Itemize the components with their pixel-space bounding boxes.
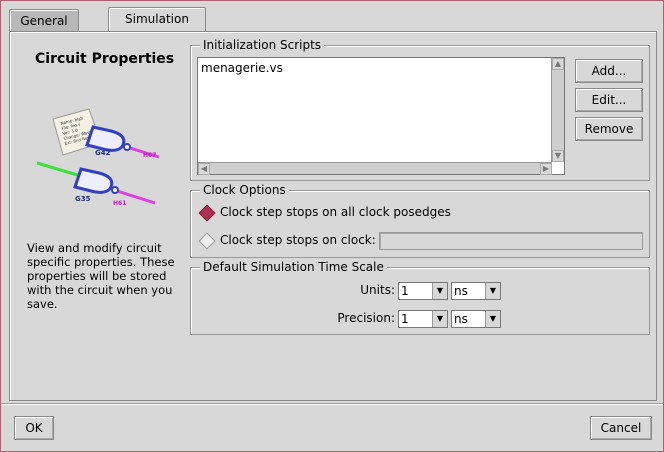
precision-unit: ns	[454, 312, 468, 326]
cancel-button[interactable]: Cancel	[590, 416, 652, 440]
wire-label: H61	[113, 200, 126, 207]
units-unit: ns	[454, 284, 468, 298]
circuit-illustration-icon: Name: blah File: foo.v Ver: 3.0 Change: …	[36, 108, 160, 207]
precision-label: Precision:	[337, 311, 395, 325]
init-scripts-legend: Initialization Scripts	[200, 38, 325, 52]
horizontal-scrollbar[interactable]: ◀ ▶	[198, 162, 552, 175]
precision-value-select[interactable]: 1 ▼	[398, 310, 448, 328]
radio-all-posedges-label[interactable]: Clock step stops on all clock posedges	[220, 205, 451, 219]
clock-options-legend: Clock Options	[200, 183, 289, 197]
vertical-scrollbar[interactable]: ▲ ▼	[551, 58, 564, 162]
radio-specific-clock-label[interactable]: Clock step stops on clock:	[220, 233, 376, 247]
dialog-window: General Simulation Circuit Properties Na…	[0, 0, 664, 452]
arrow-left-icon[interactable]: ◀	[198, 163, 210, 175]
arrow-down-icon[interactable]: ▼	[552, 150, 564, 162]
precision-value: 1	[401, 312, 409, 326]
button-bar	[1, 403, 663, 452]
description-text: View and modify circuit specific propert…	[27, 241, 187, 311]
chevron-down-icon[interactable]: ▼	[485, 311, 500, 327]
units-value: 1	[401, 284, 409, 298]
clock-name-input[interactable]	[379, 232, 643, 250]
gate-label: G42	[95, 149, 111, 157]
units-unit-select[interactable]: ns ▼	[451, 282, 501, 300]
description-line: specific properties. These	[27, 255, 175, 269]
wire-label: H67	[143, 152, 156, 159]
init-scripts-list[interactable]: menagerie.vs ▲ ▼ ◀ ▶	[197, 57, 565, 175]
arrow-up-icon[interactable]: ▲	[552, 58, 564, 70]
description-line: save.	[27, 297, 58, 311]
arrow-right-icon[interactable]: ▶	[540, 163, 552, 175]
precision-unit-select[interactable]: ns ▼	[451, 310, 501, 328]
remove-script-button[interactable]: Remove	[575, 117, 643, 141]
gate-label: G35	[75, 195, 91, 203]
list-item[interactable]: menagerie.vs	[201, 61, 283, 75]
chevron-down-icon[interactable]: ▼	[485, 283, 500, 299]
units-value-select[interactable]: 1 ▼	[398, 282, 448, 300]
description-line: with the circuit when you	[27, 283, 173, 297]
units-label: Units:	[360, 283, 395, 297]
page-title: Circuit Properties	[35, 51, 175, 67]
chevron-down-icon[interactable]: ▼	[432, 311, 447, 327]
ok-button[interactable]: OK	[14, 416, 54, 440]
chevron-down-icon[interactable]: ▼	[432, 283, 447, 299]
time-scale-legend: Default Simulation Time Scale	[200, 260, 387, 274]
description-line: View and modify circuit	[27, 241, 162, 255]
edit-script-button[interactable]: Edit...	[575, 88, 643, 112]
description-line: properties will be stored	[27, 269, 167, 283]
tab-general[interactable]: General	[9, 9, 79, 32]
add-script-button[interactable]: Add...	[575, 59, 643, 83]
tab-simulation[interactable]: Simulation	[108, 7, 206, 34]
